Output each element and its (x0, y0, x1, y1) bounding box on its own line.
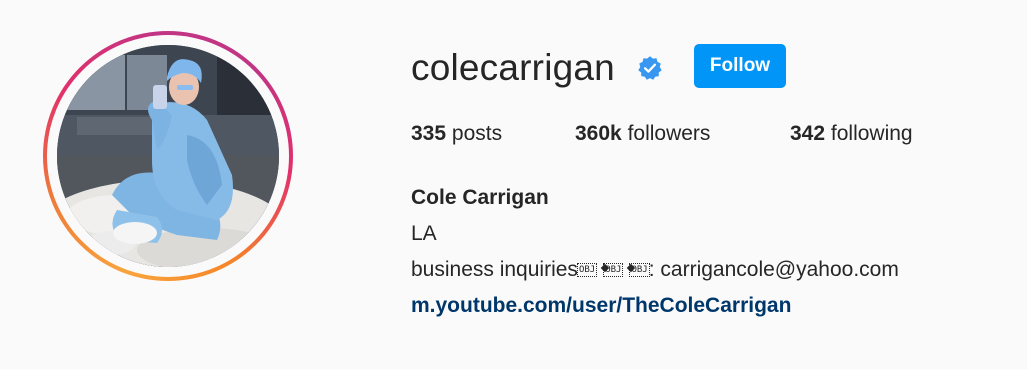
followers-link[interactable]: 360k followers (575, 120, 710, 148)
story-ring[interactable] (43, 31, 293, 281)
following-link[interactable]: 342 following (790, 120, 913, 148)
external-link[interactable]: m.youtube.com/user/TheColeCarrigan (411, 294, 791, 317)
bio-contact-line: business inquiriesOBJ OBJ OBJ: carrigancol… (411, 258, 899, 281)
profile-photo (57, 45, 279, 267)
emoji-placeholder-icon: OBJ (576, 263, 598, 277)
follow-button[interactable]: Follow (694, 44, 786, 88)
profile-bio: Cole Carrigan LA business inquiriesOBJ OB… (411, 180, 899, 324)
username: colecarrigan (411, 47, 615, 88)
full-name: Cole Carrigan (411, 186, 549, 209)
verified-badge-icon (638, 56, 662, 80)
profile-header: colecarrigan Follow 335 posts 360k follo… (0, 0, 1027, 369)
bio-location: LA (411, 222, 437, 245)
posts-count[interactable]: 335 posts (411, 120, 502, 148)
avatar[interactable] (57, 45, 279, 267)
